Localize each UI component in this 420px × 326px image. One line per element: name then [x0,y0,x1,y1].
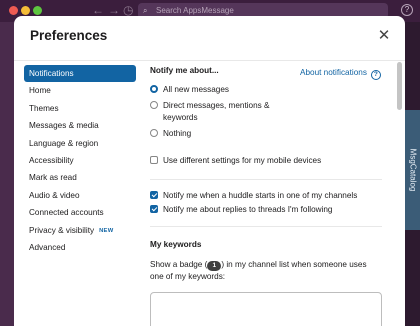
nav-item-home[interactable]: Home [24,82,136,99]
nav-item-accessibility[interactable]: Accessibility [24,152,136,169]
close-button[interactable]: ✕ [376,28,392,44]
history-icon[interactable]: ◷ [123,3,133,17]
radio-button[interactable] [150,85,158,93]
app-sidebar [0,22,14,326]
radio-button[interactable] [150,101,158,109]
nav-item-advanced[interactable]: Advanced [24,239,136,256]
radio-button[interactable] [150,129,158,137]
badge-example: 1 [207,261,222,271]
notifications-panel: Notify me about... About notifications? … [150,66,382,326]
new-badge: NEW [99,227,114,234]
checkbox[interactable] [150,191,158,199]
keywords-heading: My keywords [150,240,202,249]
nav-item-mark-as-read[interactable]: Mark as read [24,169,136,186]
question-icon: ? [370,70,381,80]
side-tab-label: MsgCatalog [408,148,418,192]
nav-item-messages-media[interactable]: Messages & media [24,117,136,134]
zoom-window-button[interactable] [33,6,42,15]
modal-title: Preferences [30,28,108,43]
scrollbar[interactable] [397,62,402,110]
nav-item-audio-video[interactable]: Audio & video [24,187,136,204]
forward-arrow-icon[interactable]: → [108,3,120,17]
preferences-modal: Preferences ✕ Notifications Home Themes … [14,16,405,326]
section-divider [150,179,382,180]
close-window-button[interactable] [9,6,18,15]
section-divider [150,226,382,227]
help-icon[interactable]: ? [401,4,413,16]
minimize-window-button[interactable] [21,6,30,15]
nav-item-notifications[interactable]: Notifications [24,65,136,83]
keywords-input[interactable] [150,292,382,326]
nav-item-connected-accounts[interactable]: Connected accounts [24,204,136,221]
checkbox[interactable] [150,156,158,164]
header-divider [14,60,405,61]
preferences-nav: Notifications Home Themes Messages & med… [24,65,136,256]
search-placeholder: Search AppsMessage [156,6,234,15]
keywords-description: Show a badge (1) in my channel list when… [150,260,367,281]
nav-item-privacy-visibility[interactable]: Privacy & visibility NEW [24,222,136,239]
nav-item-themes[interactable]: Themes [24,100,136,117]
about-notifications-link[interactable]: About notifications? [300,68,381,80]
checkbox[interactable] [150,205,158,213]
back-arrow-icon[interactable]: ← [92,3,104,17]
nav-item-language-region[interactable]: Language & region [24,135,136,152]
